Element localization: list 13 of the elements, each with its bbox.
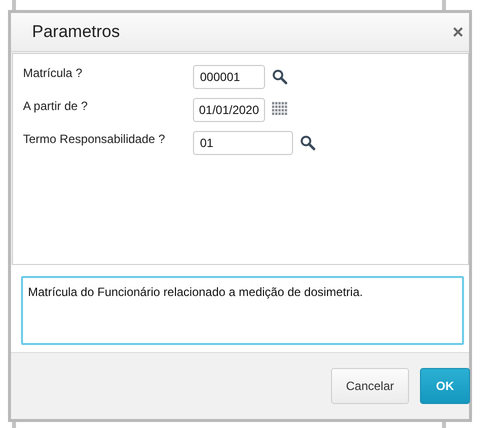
calendar-icon[interactable] [272, 102, 288, 116]
input-field[interactable]: 01/01/2020 [193, 98, 265, 122]
search-icon[interactable] [300, 135, 316, 151]
close-icon[interactable] [453, 27, 463, 37]
dialog-title: Parametros [32, 22, 120, 42]
field-label: Termo Responsabilidade ? [23, 131, 166, 146]
field-label: Matrícula ? [23, 65, 84, 80]
input-field[interactable]: 01 [193, 131, 293, 155]
help-text: Matrícula do Funcionário relacionado a medição de dosimetria. [21, 276, 464, 345]
input-field[interactable]: 000001 [193, 65, 265, 89]
field-label: A partir de ? [23, 98, 89, 113]
cancel-button[interactable]: Cancelar [331, 368, 409, 404]
search-icon[interactable] [272, 69, 288, 85]
